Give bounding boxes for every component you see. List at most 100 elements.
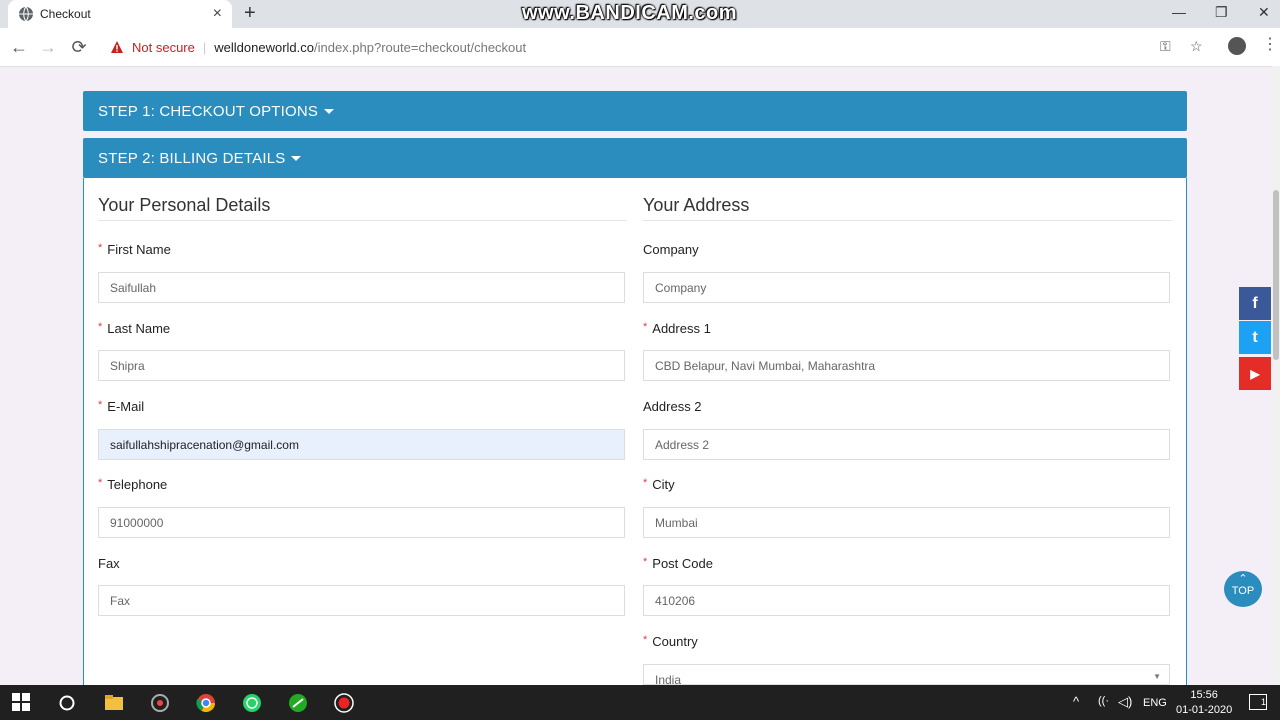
key-icon[interactable]: ⚿ xyxy=(1160,38,1171,55)
fax-label: Fax xyxy=(98,556,120,571)
facebook-icon: f xyxy=(1252,294,1258,312)
required-mark: * xyxy=(643,477,648,489)
app-green-icon[interactable] xyxy=(288,693,308,713)
personal-details-legend: Your Personal Details xyxy=(98,195,271,215)
required-mark: * xyxy=(98,321,103,333)
label-text: Last Name xyxy=(107,321,171,336)
app-icon[interactable] xyxy=(150,693,170,713)
url-path: /index.php?route=checkout/checkout xyxy=(314,39,527,55)
first-name-label: * First Name xyxy=(98,242,171,257)
required-mark: * xyxy=(643,321,648,333)
scrollbar-thumb[interactable] xyxy=(1273,190,1279,360)
youtube-button[interactable]: ▶ xyxy=(1239,357,1271,390)
address-legend: Your Address xyxy=(643,195,750,215)
caret-down-icon xyxy=(324,108,335,114)
language-indicator[interactable]: ENG xyxy=(1143,697,1167,709)
step-2-header[interactable]: STEP 2: BILLING DETAILS xyxy=(83,138,1187,178)
label-text: E-Mail xyxy=(107,399,145,414)
step-1-header[interactable]: STEP 1: CHECKOUT OPTIONS xyxy=(83,91,1187,131)
back-button[interactable]: ← xyxy=(9,37,29,57)
clock-time: 15:56 xyxy=(1190,689,1218,701)
label-text: First Name xyxy=(107,242,171,257)
first-name-input[interactable]: Saifullah xyxy=(98,272,625,303)
whatsapp-icon[interactable] xyxy=(242,693,262,713)
forward-button[interactable]: → xyxy=(38,37,58,57)
volume-icon[interactable]: ◁) xyxy=(1118,694,1132,710)
telephone-input[interactable]: 91000000 xyxy=(98,507,625,538)
restore-button[interactable]: ❐ xyxy=(1215,4,1228,21)
caret-down-icon xyxy=(291,155,302,161)
country-selected-value: India xyxy=(655,673,682,685)
country-label: * Country xyxy=(643,634,698,649)
warning-icon xyxy=(111,41,123,53)
city-input[interactable]: Mumbai xyxy=(643,507,1170,538)
back-to-top-button[interactable]: ⌃ TOP xyxy=(1224,571,1262,607)
clock-date: 01-01-2020 xyxy=(1176,704,1233,716)
notification-count: 1 xyxy=(1260,697,1266,707)
required-mark: * xyxy=(643,556,648,568)
tab-title: Checkout xyxy=(40,7,91,21)
company-label: Company xyxy=(643,242,699,257)
required-mark: * xyxy=(98,399,103,411)
globe-icon xyxy=(19,6,33,22)
step-2-label: STEP 2: BILLING DETAILS xyxy=(98,149,286,167)
tab-checkout[interactable]: Checkout × xyxy=(8,0,232,28)
menu-icon[interactable]: ⋮ xyxy=(1262,37,1278,53)
tab-close-icon[interactable]: × xyxy=(213,6,222,22)
address-bar: ← → ⟳ Not secure | welldoneworld.co/inde… xyxy=(0,28,1280,67)
wifi-icon[interactable]: ((· xyxy=(1098,695,1109,707)
chevron-down-icon: ▼ xyxy=(1153,672,1161,681)
post-code-label: * Post Code xyxy=(643,556,713,571)
url-separator: | xyxy=(202,39,207,55)
search-icon[interactable] xyxy=(57,693,77,713)
address-1-label: * Address 1 xyxy=(643,321,711,336)
chevron-up-icon: ⌃ xyxy=(1238,573,1248,585)
top-label: TOP xyxy=(1231,585,1255,597)
reload-button[interactable]: ⟳ xyxy=(69,37,89,57)
address-2-input[interactable]: Address 2 xyxy=(643,429,1170,460)
url-host: welldoneworld.co xyxy=(214,39,314,55)
legend-divider xyxy=(98,220,627,221)
twitter-icon: t xyxy=(1252,328,1258,346)
bandicam-record-icon[interactable] xyxy=(334,693,354,713)
fax-input[interactable]: Fax xyxy=(98,585,625,616)
address-2-label: Address 2 xyxy=(643,399,702,414)
bandicam-watermark: www.BANDICAM.com xyxy=(522,2,738,24)
label-text: Telephone xyxy=(107,477,168,492)
new-tab-button[interactable]: + xyxy=(244,3,256,23)
required-mark: * xyxy=(98,477,103,489)
company-input[interactable]: Company xyxy=(643,272,1170,303)
country-select[interactable]: India ▼ xyxy=(643,664,1170,685)
minimize-button[interactable]: — xyxy=(1172,4,1186,20)
email-label: * E-Mail xyxy=(98,399,144,414)
facebook-button[interactable]: f xyxy=(1239,287,1271,320)
legend-divider xyxy=(643,220,1172,221)
security-label: Not secure xyxy=(132,39,195,55)
chrome-icon[interactable] xyxy=(196,693,216,713)
email-input[interactable]: saifullahshipracenation@gmail.com xyxy=(98,429,625,460)
file-explorer-icon[interactable] xyxy=(104,693,124,713)
clock[interactable]: 15:56 01-01-2020 xyxy=(1176,688,1232,718)
windows-start-icon[interactable] xyxy=(12,693,30,711)
address-1-input[interactable]: CBD Belapur, Navi Mumbai, Maharashtra xyxy=(643,350,1170,381)
required-mark: * xyxy=(98,242,103,254)
bookmark-star-icon[interactable]: ☆ xyxy=(1190,38,1203,55)
notifications-icon[interactable]: 1 xyxy=(1249,694,1267,710)
youtube-icon: ▶ xyxy=(1250,366,1260,381)
required-mark: * xyxy=(643,634,648,646)
tray-chevron-up-icon[interactable]: ^ xyxy=(1073,694,1079,709)
post-code-input[interactable]: 410206 xyxy=(643,585,1170,616)
step-1-label: STEP 1: CHECKOUT OPTIONS xyxy=(98,102,319,120)
profile-avatar[interactable] xyxy=(1228,37,1246,55)
close-window-button[interactable]: ✕ xyxy=(1258,4,1270,21)
twitter-button[interactable]: t xyxy=(1239,321,1271,354)
url-field[interactable]: Not secure | welldoneworld.co/index.php?… xyxy=(100,33,1220,61)
windows-taskbar: ^ ((· ◁) ENG 15:56 01-01-2020 1 xyxy=(0,685,1280,720)
last-name-input[interactable]: Shipra xyxy=(98,350,625,381)
last-name-label: * Last Name xyxy=(98,321,170,336)
tab-strip: Checkout × + www.BANDICAM.com — ❐ ✕ xyxy=(0,0,1280,28)
label-text: Country xyxy=(652,634,698,649)
page-scrollbar[interactable] xyxy=(1272,66,1280,684)
city-label: * City xyxy=(643,477,675,492)
label-text: City xyxy=(652,477,675,492)
